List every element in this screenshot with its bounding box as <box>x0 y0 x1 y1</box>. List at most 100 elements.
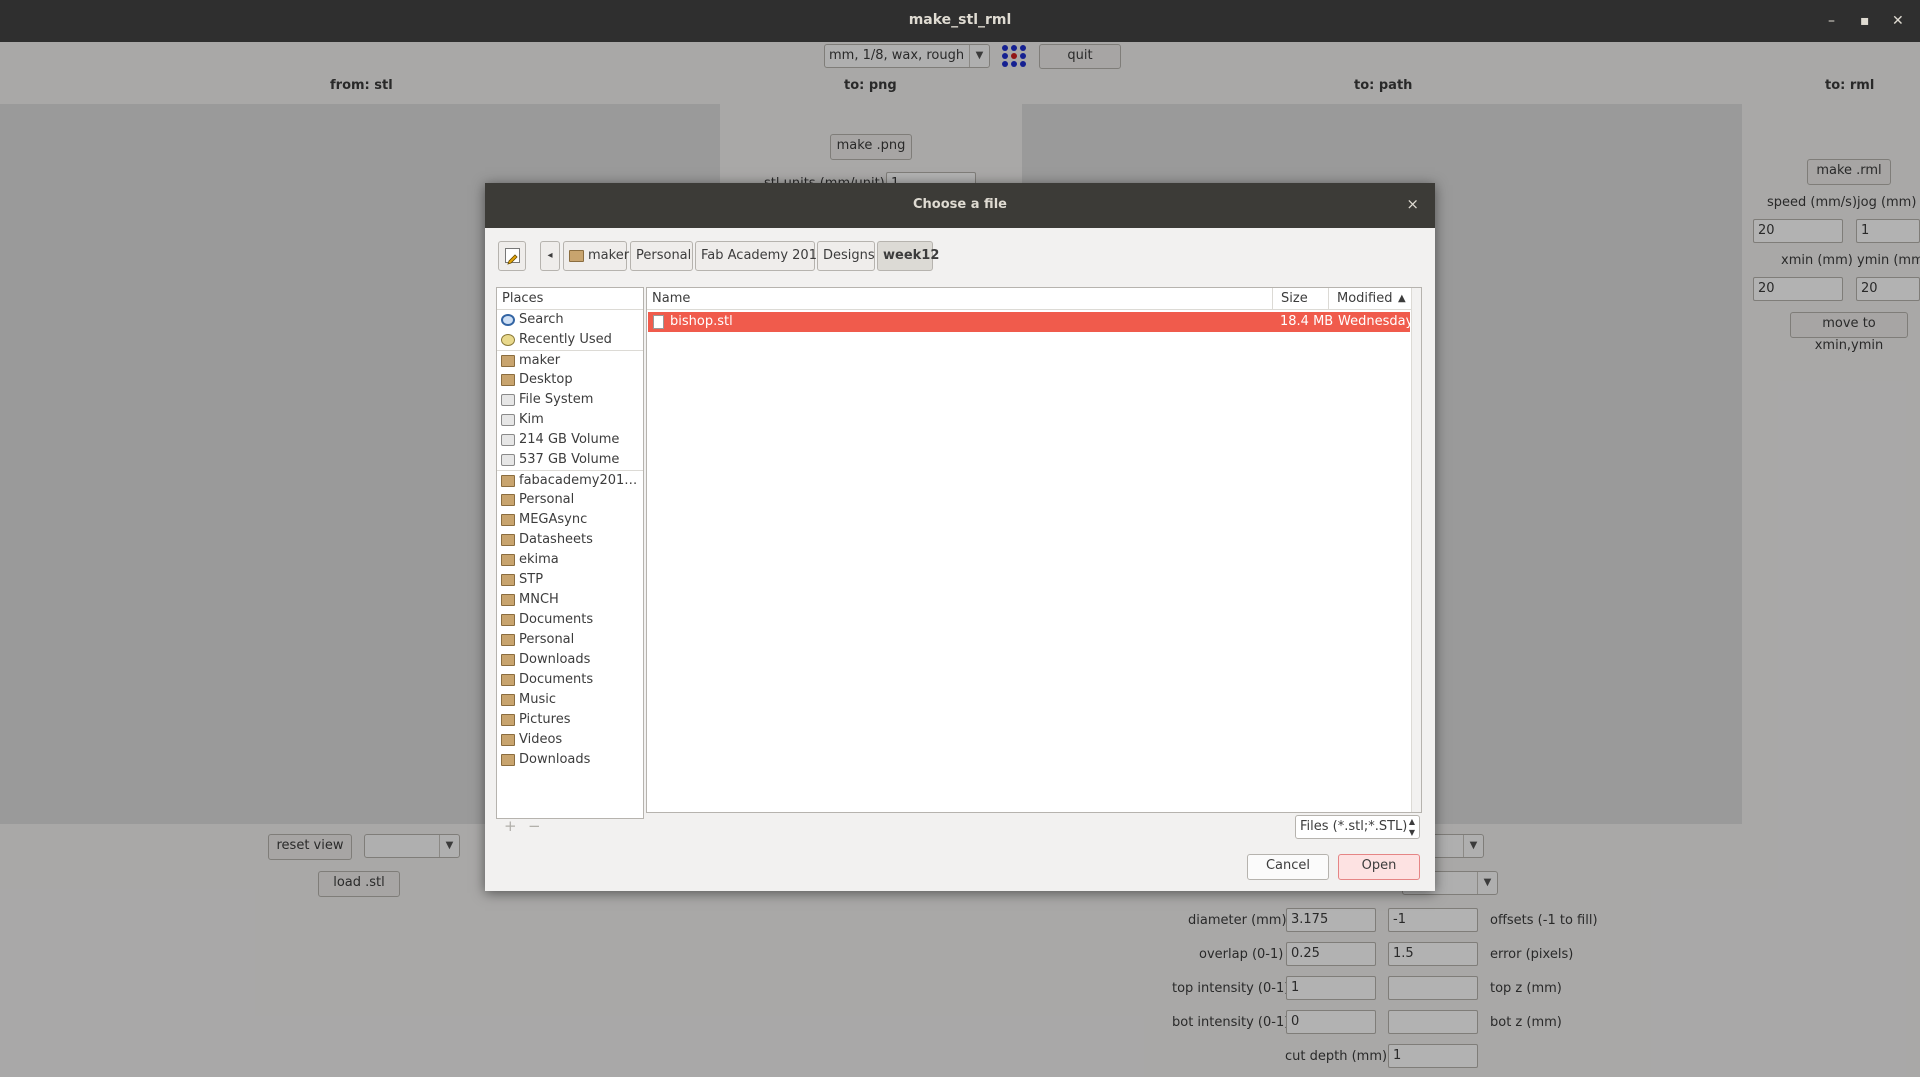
place-item[interactable]: Desktop <box>497 370 643 390</box>
place-label: Documents <box>519 612 594 627</box>
file-icon <box>653 315 664 329</box>
file-chooser-dialog: Choose a file × ◂ maker Personal Fab Aca… <box>485 183 1435 891</box>
folder-icon <box>501 754 515 766</box>
maximize-button[interactable]: ▪ <box>1860 13 1870 29</box>
place-item[interactable]: maker <box>497 350 643 370</box>
place-item[interactable]: Personal <box>497 630 643 650</box>
add-bookmark-button[interactable]: + <box>504 817 517 835</box>
dialog-titlebar: Choose a file × <box>485 183 1435 228</box>
place-label: STP <box>519 572 544 587</box>
column-size[interactable]: Size <box>1281 288 1308 310</box>
place-item[interactable]: Search <box>497 310 643 330</box>
file-row-selected[interactable]: bishop.stl 18.4 MB Wednesday <box>648 312 1413 332</box>
place-item[interactable]: Personal <box>497 490 643 510</box>
file-size: 18.4 MB <box>1280 314 1334 329</box>
dialog-close-button[interactable]: × <box>1406 195 1419 213</box>
place-item[interactable]: Music <box>497 690 643 710</box>
file-filter-select[interactable]: Files (*.stl;*.STL) ▲ ▼ <box>1295 815 1420 839</box>
column-modified[interactable]: Modified <box>1337 288 1392 310</box>
folder-icon <box>501 554 515 566</box>
place-item[interactable]: Kim <box>497 410 643 430</box>
column-name[interactable]: Name <box>652 288 690 310</box>
folder-icon <box>501 355 515 367</box>
drive-icon <box>501 434 515 446</box>
file-name: bishop.stl <box>670 314 733 329</box>
path-segment-label: maker <box>588 248 630 263</box>
minimize-button[interactable]: – <box>1828 13 1835 29</box>
place-label: MNCH <box>519 592 559 607</box>
place-item[interactable]: Documents <box>497 610 643 630</box>
pencil-icon <box>505 248 520 265</box>
path-segment-designs[interactable]: Designs <box>817 241 875 271</box>
type-location-button[interactable] <box>498 241 526 271</box>
drive-icon <box>501 394 515 406</box>
drive-icon <box>501 454 515 466</box>
place-item[interactable]: Downloads <box>497 650 643 670</box>
place-label: 537 GB Volume <box>519 452 620 467</box>
places-sidebar: Places Search Recently Used maker Desktop Fi… <box>496 287 644 819</box>
file-list: Name Size Modified ▲ bishop.stl 18.4 MB … <box>646 287 1422 813</box>
folder-icon <box>501 534 515 546</box>
place-item[interactable]: MNCH <box>497 590 643 610</box>
folder-icon <box>569 250 584 262</box>
folder-icon <box>501 654 515 666</box>
folder-icon <box>501 674 515 686</box>
place-label: Music <box>519 692 556 707</box>
place-item[interactable]: Documents <box>497 670 643 690</box>
place-label: MEGAsync <box>519 512 588 527</box>
recent-icon <box>501 334 515 346</box>
place-label: Search <box>519 312 564 327</box>
place-item[interactable]: Pictures <box>497 710 643 730</box>
place-item[interactable]: File System <box>497 390 643 410</box>
dialog-title: Choose a file <box>913 197 1007 212</box>
folder-icon <box>501 694 515 706</box>
place-item[interactable]: 537 GB Volume <box>497 450 643 470</box>
path-segment-fab-academy[interactable]: Fab Academy 2017 <box>695 241 825 271</box>
places-header: Places <box>497 288 643 310</box>
place-label: Personal <box>519 632 575 647</box>
place-item[interactable]: Videos <box>497 730 643 750</box>
cancel-button[interactable]: Cancel <box>1247 854 1329 880</box>
place-item[interactable]: ekima <box>497 550 643 570</box>
place-label: Downloads <box>519 652 591 667</box>
place-item[interactable]: STP <box>497 570 643 590</box>
place-item[interactable]: Datasheets <box>497 530 643 550</box>
folder-icon <box>501 634 515 646</box>
folder-icon <box>501 514 515 526</box>
place-label: ekima <box>519 552 559 567</box>
place-item[interactable]: 214 GB Volume <box>497 430 643 450</box>
place-label: fabacademy2017… <box>519 473 643 488</box>
place-label: 214 GB Volume <box>519 432 620 447</box>
remove-bookmark-button[interactable]: − <box>528 817 541 835</box>
folder-icon <box>501 614 515 626</box>
close-button[interactable]: ✕ <box>1892 13 1904 29</box>
place-label: Desktop <box>519 372 573 387</box>
path-segment-maker[interactable]: maker <box>563 241 630 271</box>
file-list-scrollbar[interactable] <box>1411 288 1421 812</box>
drive-icon <box>501 414 515 426</box>
folder-icon <box>501 714 515 726</box>
window-title: make_stl_rml <box>908 12 1012 28</box>
file-list-header: Name Size Modified ▲ <box>647 288 1411 310</box>
place-label: Datasheets <box>519 532 593 547</box>
folder-icon <box>501 494 515 506</box>
place-item[interactable]: Downloads <box>497 750 643 770</box>
search-icon <box>501 314 515 326</box>
folder-icon <box>501 574 515 586</box>
place-item[interactable]: Recently Used <box>497 330 643 350</box>
folder-icon <box>501 594 515 606</box>
place-label: Recently Used <box>519 332 612 347</box>
folder-icon <box>501 374 515 386</box>
path-segment-week12[interactable]: week12 <box>877 241 939 271</box>
place-item[interactable]: fabacademy2017… <box>497 470 643 490</box>
place-label: Kim <box>519 412 544 427</box>
path-segment-personal[interactable]: Personal <box>630 241 693 271</box>
place-label: Personal <box>519 492 575 507</box>
place-item[interactable]: MEGAsync <box>497 510 643 530</box>
open-button[interactable]: Open <box>1338 854 1420 880</box>
file-filter-value: Files (*.stl;*.STL) <box>1300 819 1408 834</box>
place-label: Videos <box>519 732 563 747</box>
path-back-button[interactable]: ◂ <box>540 241 560 271</box>
place-label: Documents <box>519 672 594 687</box>
place-label: Downloads <box>519 752 591 767</box>
